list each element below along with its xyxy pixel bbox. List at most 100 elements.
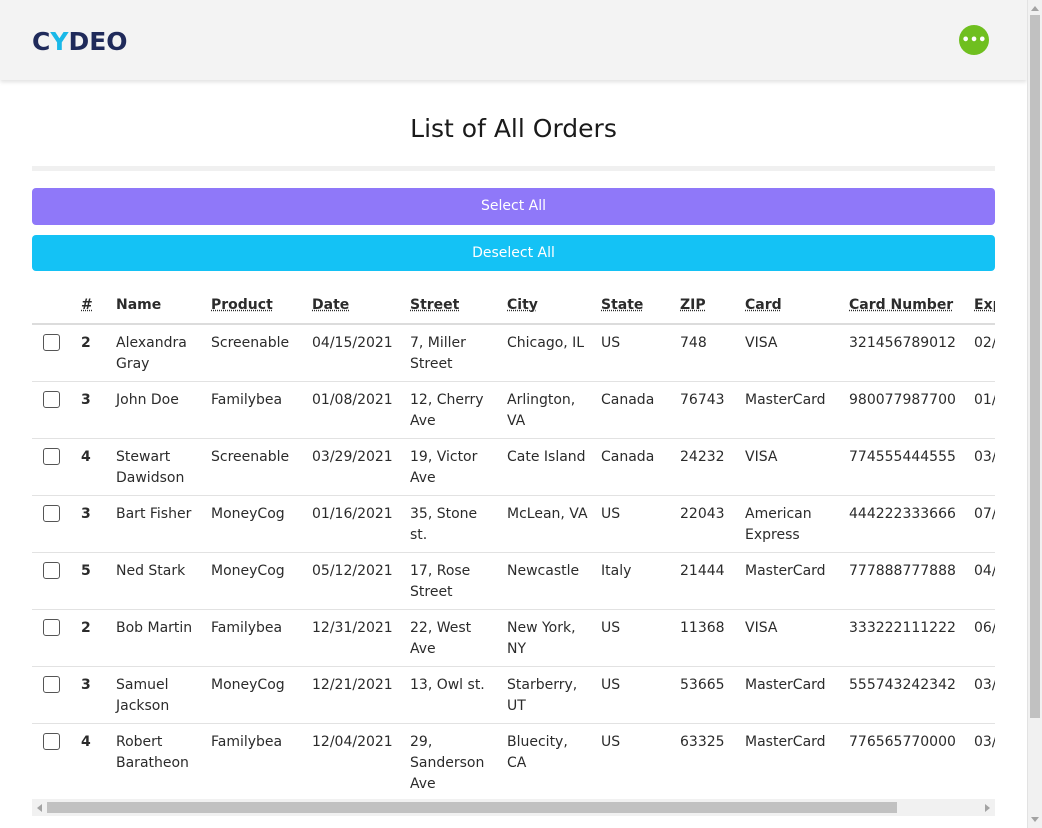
row-checkbox[interactable] [43, 448, 60, 465]
cell-street: 22, West Ave [404, 609, 501, 667]
cell-state: US [595, 495, 674, 553]
col-header-date[interactable]: Date [306, 287, 404, 325]
col-header-exp[interactable]: Exp [968, 287, 995, 325]
ellipsis-icon: ••• [961, 32, 987, 48]
vertical-scrollbar[interactable] [1027, 0, 1042, 828]
cell-state: US [595, 723, 674, 797]
cell-city: Bluecity, CA [501, 723, 595, 797]
cell-date: 01/16/2021 [306, 495, 404, 553]
col-header-product[interactable]: Product [205, 287, 306, 325]
scroll-up-arrow-icon[interactable] [1031, 6, 1039, 11]
col-header-street[interactable]: Street [404, 287, 501, 325]
scroll-left-arrow-icon[interactable] [37, 804, 42, 812]
row-checkbox[interactable] [43, 562, 60, 579]
cell-card-number: 444222333666 [843, 495, 968, 553]
cell-state: US [595, 609, 674, 667]
table-row: 4 Stewart Dawidson Screenable 03/29/2021… [32, 438, 995, 496]
orders-table-container: # Name Product Date Street City State ZI… [32, 287, 995, 797]
col-header-state[interactable]: State [595, 287, 674, 325]
cell-street: 29, Sanderson Ave [404, 723, 501, 797]
cell-exp: 06/ [968, 609, 995, 667]
cell-state: US [595, 324, 674, 382]
logo-text-suffix: DEO [68, 27, 128, 56]
cell-city: New York, NY [501, 609, 595, 667]
cell-product: MoneyCog [205, 495, 306, 553]
cell-date: 05/12/2021 [306, 552, 404, 610]
cell-city: Cate Island [501, 438, 595, 496]
table-row: 4 Robert Baratheon Familybea 12/04/2021 … [32, 723, 995, 797]
table-header-row: # Name Product Date Street City State ZI… [32, 287, 995, 325]
cell-number: 4 [75, 438, 110, 496]
cell-city: Arlington, VA [501, 381, 595, 439]
cell-card: VISA [739, 609, 843, 667]
top-navbar: CYDEO ••• [0, 0, 1027, 80]
col-header-number[interactable]: # [75, 287, 110, 325]
table-row: 2 Bob Martin Familybea 12/31/2021 22, We… [32, 609, 995, 667]
logo-text-prefix: C [32, 27, 51, 56]
scroll-down-arrow-icon[interactable] [1031, 817, 1039, 822]
cell-product: Familybea [205, 723, 306, 797]
row-checkbox[interactable] [43, 676, 60, 693]
cell-card-number: 980077987700 [843, 381, 968, 439]
cell-zip: 22043 [674, 495, 739, 553]
logo-text-accent: Y [50, 27, 69, 56]
select-all-button[interactable]: Select All [32, 188, 995, 225]
cell-name: Alexandra Gray [110, 324, 205, 382]
title-divider [32, 166, 995, 171]
cell-exp: 01/1 [968, 381, 995, 439]
scroll-right-arrow-icon[interactable] [985, 804, 990, 812]
cell-card: MasterCard [739, 666, 843, 724]
cell-zip: 63325 [674, 723, 739, 797]
cell-street: 13, Owl st. [404, 666, 501, 724]
row-checkbox[interactable] [43, 334, 60, 351]
col-header-city[interactable]: City [501, 287, 595, 325]
col-header-card-number[interactable]: Card Number [843, 287, 968, 325]
cell-name: Robert Baratheon [110, 723, 205, 797]
col-header-name[interactable]: Name [110, 287, 205, 325]
cell-product: Familybea [205, 609, 306, 667]
cell-card-number: 776565770000 [843, 723, 968, 797]
cell-card-number: 777888777888 [843, 552, 968, 610]
row-checkbox[interactable] [43, 505, 60, 522]
cell-number: 3 [75, 666, 110, 724]
cell-number: 5 [75, 552, 110, 610]
cell-street: 12, Cherry Ave [404, 381, 501, 439]
more-menu-button[interactable]: ••• [959, 25, 989, 55]
row-checkbox[interactable] [43, 391, 60, 408]
table-row: 3 Bart Fisher MoneyCog 01/16/2021 35, St… [32, 495, 995, 553]
col-header-zip[interactable]: ZIP [674, 287, 739, 325]
cell-name: Ned Stark [110, 552, 205, 610]
horizontal-scrollbar[interactable] [32, 799, 995, 816]
cell-zip: 24232 [674, 438, 739, 496]
table-row: 3 John Doe Familybea 01/08/2021 12, Cher… [32, 381, 995, 439]
cydeo-logo[interactable]: CYDEO [32, 27, 128, 56]
cell-state: US [595, 666, 674, 724]
cell-street: 19, Victor Ave [404, 438, 501, 496]
cell-card-number: 333222111222 [843, 609, 968, 667]
cell-name: Bob Martin [110, 609, 205, 667]
cell-card: MasterCard [739, 381, 843, 439]
cell-product: Screenable [205, 438, 306, 496]
col-header-card[interactable]: Card [739, 287, 843, 325]
cell-street: 35, Stone st. [404, 495, 501, 553]
cell-date: 12/04/2021 [306, 723, 404, 797]
cell-name: Bart Fisher [110, 495, 205, 553]
cell-number: 2 [75, 609, 110, 667]
cell-date: 12/21/2021 [306, 666, 404, 724]
row-checkbox[interactable] [43, 733, 60, 750]
cell-city: Starberry, UT [501, 666, 595, 724]
cell-zip: 11368 [674, 609, 739, 667]
cell-date: 03/29/2021 [306, 438, 404, 496]
cell-city: Newcastle [501, 552, 595, 610]
table-row: 3 Samuel Jackson MoneyCog 12/21/2021 13,… [32, 666, 995, 724]
cell-product: MoneyCog [205, 552, 306, 610]
cell-date: 01/08/2021 [306, 381, 404, 439]
horizontal-scroll-thumb[interactable] [47, 802, 897, 813]
vertical-scroll-thumb[interactable] [1030, 15, 1040, 718]
page-title: List of All Orders [410, 114, 617, 143]
cell-name: Stewart Dawidson [110, 438, 205, 496]
cell-date: 12/31/2021 [306, 609, 404, 667]
deselect-all-button[interactable]: Deselect All [32, 235, 995, 271]
row-checkbox[interactable] [43, 619, 60, 636]
cell-street: 17, Rose Street [404, 552, 501, 610]
